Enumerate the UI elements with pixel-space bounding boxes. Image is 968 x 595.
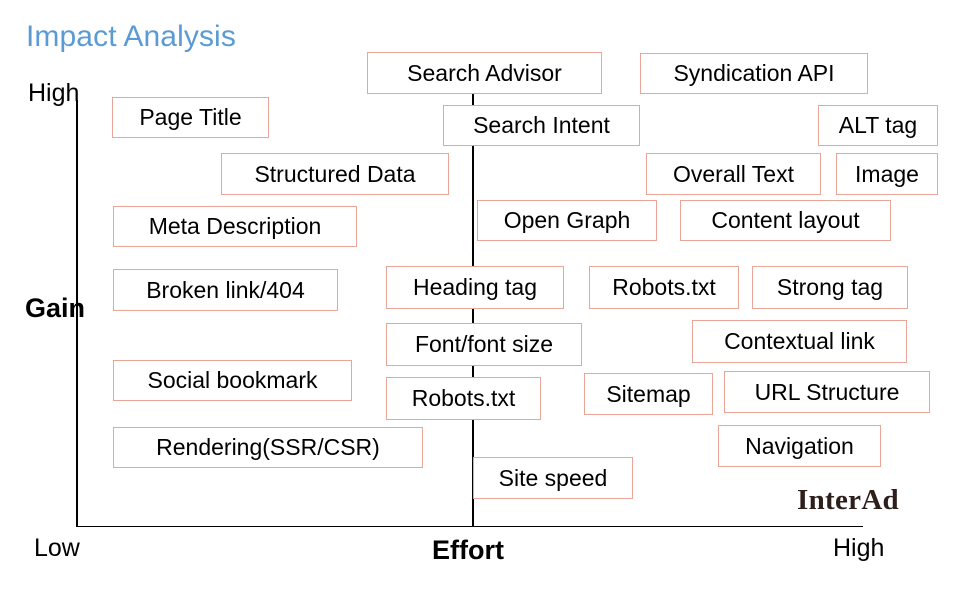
impact-item-box[interactable]: Rendering(SSR/CSR) [113,427,423,468]
impact-item-box[interactable]: Syndication API [640,53,868,94]
impact-item-label: Strong tag [776,274,884,300]
impact-item-box[interactable]: Font/font size [386,323,582,366]
impact-item-box[interactable]: Page Title [112,97,269,138]
impact-item-label: Social bookmark [147,367,318,393]
impact-item-label: Font/font size [414,331,554,357]
impact-item-label: Rendering(SSR/CSR) [156,434,380,460]
impact-item-box[interactable]: Overall Text [646,153,821,195]
impact-item-box[interactable]: Structured Data [221,153,449,195]
impact-item-label: Image [855,160,919,187]
impact-item-box[interactable]: Broken link/404 [113,269,338,311]
impact-item-label: Contextual link [724,328,875,354]
impact-item-label: Content layout [711,207,860,233]
brand-logo: InterAd [797,484,899,516]
y-axis-high-label: High [28,79,80,107]
impact-item-label: Open Graph [503,207,631,233]
impact-item-label: URL Structure [754,378,900,405]
impact-item-box[interactable]: Sitemap [584,373,713,415]
impact-analysis-slide: Impact Analysis High Gain Low Effort Hig… [0,0,968,595]
impact-item-label: Heading tag [412,274,538,300]
impact-item-box[interactable]: Heading tag [386,266,564,309]
impact-item-label: ALT tag [838,112,918,138]
impact-item-label: Sitemap [606,380,691,407]
x-axis-high-label: High [833,534,885,562]
impact-item-box[interactable]: URL Structure [724,371,930,413]
impact-item-label: Overall Text [672,160,794,187]
impact-item-label: Meta Description [148,213,322,239]
y-axis-title: Gain [25,293,86,323]
impact-item-box[interactable]: Open Graph [477,200,657,241]
impact-item-box[interactable]: Content layout [680,200,891,241]
impact-item-box[interactable]: Site speed [473,457,633,499]
impact-item-label: Robots.txt [411,385,516,411]
impact-item-box[interactable]: Search Intent [443,105,640,146]
x-axis-line [76,525,863,528]
impact-item-box[interactable]: ALT tag [818,105,938,146]
impact-item-label: Search Advisor [407,59,562,86]
impact-item-box[interactable]: Robots.txt [589,266,739,309]
impact-item-box[interactable]: Navigation [718,425,881,467]
x-axis-title: Effort [432,535,504,565]
impact-item-label: Site speed [498,464,608,491]
impact-item-label: Broken link/404 [146,276,305,303]
impact-item-box[interactable]: Image [836,153,938,195]
page-title: Impact Analysis [26,20,236,53]
x-axis-low-label: Low [34,534,80,562]
impact-item-box[interactable]: Strong tag [752,266,908,309]
impact-item-label: Navigation [745,432,854,459]
impact-item-box[interactable]: Contextual link [692,320,907,363]
impact-item-label: Page Title [139,104,242,130]
impact-item-label: Search Intent [473,112,610,138]
impact-item-label: Robots.txt [612,274,716,300]
impact-item-box[interactable]: Search Advisor [367,52,602,94]
impact-item-box[interactable]: Robots.txt [386,377,541,420]
impact-item-label: Syndication API [673,60,835,86]
impact-item-box[interactable]: Social bookmark [113,360,352,401]
impact-item-box[interactable]: Meta Description [113,206,357,247]
impact-item-label: Structured Data [254,160,416,187]
